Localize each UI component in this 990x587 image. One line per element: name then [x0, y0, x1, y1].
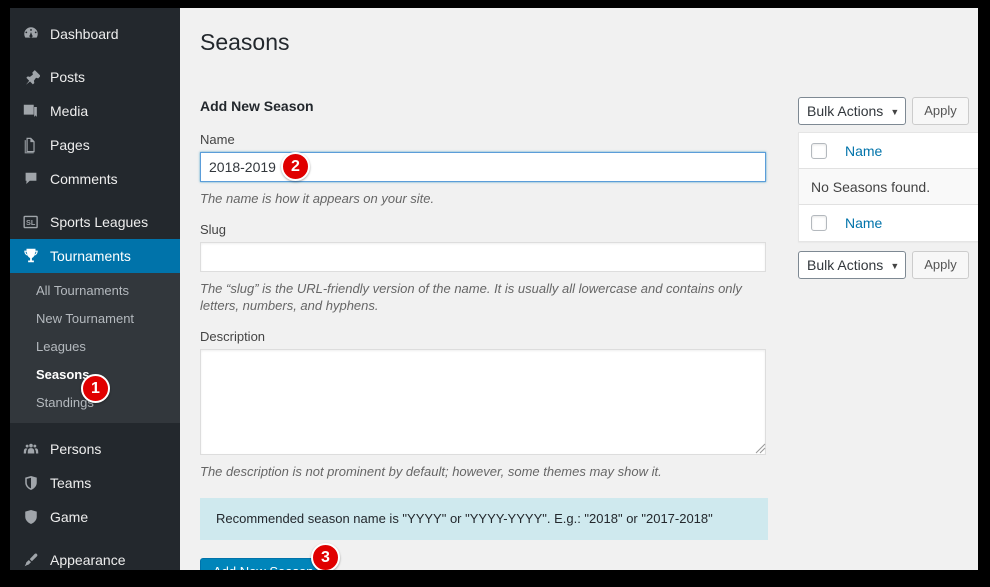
- sidebar-subitem-label: All Tournaments: [36, 283, 129, 298]
- sidebar-item-label: Appearance: [50, 552, 126, 568]
- sidebar-item-sports-leagues[interactable]: SL Sports Leagues: [10, 205, 180, 239]
- bulk-actions-select-top[interactable]: Bulk Actions ▼: [798, 97, 907, 125]
- recommended-name-notice: Recommended season name is "YYYY" or "YY…: [200, 498, 768, 540]
- bulk-actions-select-bottom[interactable]: Bulk Actions ▼: [798, 251, 907, 279]
- slug-field-row: Slug: [200, 221, 768, 272]
- table-header-row: Name: [799, 133, 978, 169]
- sidebar-subitem-label: New Tournament: [36, 311, 135, 326]
- sidebar-item-media[interactable]: Media: [10, 94, 180, 128]
- sidebar-item-label: Persons: [50, 441, 102, 457]
- sidebar-item-appearance[interactable]: Appearance: [10, 543, 180, 570]
- sidebar-item-tournaments[interactable]: Tournaments: [10, 239, 188, 273]
- sidebar-item-persons[interactable]: Persons: [10, 432, 180, 466]
- name-label: Name: [200, 132, 235, 147]
- sidebar-subitem-label: Seasons: [36, 367, 90, 382]
- notice-text: Recommended season name is "YYYY" or "YY…: [216, 511, 713, 526]
- description-textarea-wrap: [200, 349, 768, 455]
- step-marker-3: 3: [311, 543, 340, 570]
- paintbrush-icon: [22, 551, 50, 569]
- sidebar-item-new-tournament[interactable]: New Tournament: [10, 305, 180, 333]
- admin-screen: Dashboard Posts Media Pages Comments SL …: [10, 8, 978, 570]
- main-content: Seasons Add New Season Name The name is …: [180, 8, 978, 570]
- select-all-checkbox-bottom[interactable]: [811, 215, 827, 231]
- description-textarea[interactable]: [200, 349, 766, 455]
- shield-icon: [22, 508, 50, 526]
- sidebar-item-label: Dashboard: [50, 26, 119, 42]
- sidebar-item-label: Posts: [50, 69, 86, 85]
- sidebar-item-label: Comments: [50, 171, 118, 187]
- sidebar-item-pages[interactable]: Pages: [10, 128, 180, 162]
- seasons-table: Name No Seasons found. Name: [798, 132, 978, 242]
- sl-badge-icon: SL: [22, 213, 50, 231]
- slug-label: Slug: [200, 222, 227, 237]
- tablenav-bottom: Bulk Actions ▼ Apply: [798, 250, 978, 280]
- comment-icon: [22, 170, 50, 188]
- form-heading: Add New Season: [200, 98, 314, 114]
- sidebar-subitem-label: Leagues: [36, 339, 86, 354]
- sidebar-item-label: Media: [50, 103, 89, 119]
- persons-icon: [22, 440, 50, 458]
- slug-input[interactable]: [200, 242, 766, 272]
- sidebar-item-label: Sports Leagues: [50, 214, 149, 230]
- sidebar-item-dashboard[interactable]: Dashboard: [10, 17, 180, 51]
- sidebar-item-label: Pages: [50, 137, 90, 153]
- empty-message: No Seasons found.: [811, 178, 931, 195]
- add-new-season-button[interactable]: Add New Season: [200, 558, 327, 570]
- sidebar-item-leagues[interactable]: Leagues: [10, 333, 180, 361]
- select-all-checkbox-top[interactable]: [811, 142, 827, 159]
- step-marker-1: 1: [81, 374, 110, 403]
- sidebar-item-teams[interactable]: Teams: [10, 466, 180, 500]
- chevron-down-icon: ▼: [890, 107, 900, 117]
- dashboard-icon: [22, 25, 50, 43]
- description-label: Description: [200, 329, 266, 344]
- shield-split-icon: [22, 474, 50, 492]
- sidebar-item-game[interactable]: Game: [10, 500, 180, 534]
- pages-icon: [22, 136, 50, 154]
- slug-help-text: The “slug” is the URL-friendly version o…: [200, 281, 742, 313]
- sidebar-item-label: Game: [50, 509, 89, 525]
- pin-icon: [22, 68, 50, 86]
- sidebar-item-comments[interactable]: Comments: [10, 162, 180, 196]
- name-help-text: The name is how it appears on your site.: [200, 191, 435, 206]
- admin-sidebar: Dashboard Posts Media Pages Comments SL …: [10, 8, 188, 570]
- page-title: Seasons: [200, 29, 290, 55]
- description-field-row: Description: [200, 328, 768, 455]
- sidebar-item-label: Tournaments: [50, 248, 131, 264]
- apply-button-bottom[interactable]: Apply: [912, 251, 969, 279]
- bulk-actions-selected-top: Bulk Actions: [807, 103, 884, 119]
- table-footer-row: Name: [799, 205, 978, 241]
- table-empty-row: No Seasons found.: [799, 169, 978, 205]
- chevron-down-icon: ▼: [890, 261, 900, 271]
- sidebar-item-label: Teams: [50, 475, 92, 491]
- trophy-icon: [22, 247, 50, 265]
- apply-button-top[interactable]: Apply: [912, 97, 969, 125]
- sidebar-item-all-tournaments[interactable]: All Tournaments: [10, 277, 180, 305]
- svg-text:SL: SL: [26, 218, 36, 227]
- column-header-name-bottom[interactable]: Name: [845, 215, 882, 231]
- tablenav-top: Bulk Actions ▼ Apply: [798, 96, 978, 126]
- media-icon: [22, 102, 50, 120]
- sidebar-spacer-top: [10, 8, 180, 17]
- sidebar-item-posts[interactable]: Posts: [10, 60, 180, 94]
- column-header-name-top[interactable]: Name: [845, 143, 882, 159]
- step-marker-2: 2: [281, 152, 310, 181]
- bulk-actions-selected-bottom: Bulk Actions: [807, 257, 884, 273]
- seasons-list-table-panel: Bulk Actions ▼ Apply Name No Seasons fou…: [798, 96, 978, 280]
- description-help-text: The description is not prominent by defa…: [200, 464, 662, 479]
